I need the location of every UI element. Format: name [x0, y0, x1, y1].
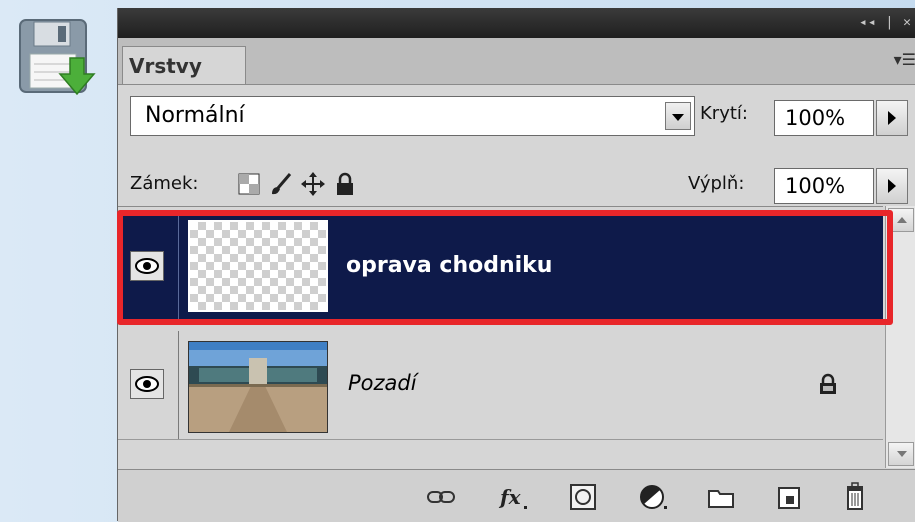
fill-label: Výplň: — [688, 173, 745, 194]
lock-transparency-icon[interactable] — [236, 171, 262, 197]
adjustment-icon[interactable] — [638, 482, 668, 512]
panel-tabrow: Vrstvy ▾☰ — [118, 38, 915, 85]
chevron-down-icon[interactable] — [665, 102, 691, 130]
opacity-label: Krytí: — [700, 103, 748, 124]
lock-icon — [820, 373, 836, 394]
eye-icon[interactable] — [130, 369, 164, 399]
link-icon[interactable] — [426, 482, 456, 512]
layer-thumbnail-transparent — [188, 220, 328, 312]
fx-icon[interactable]: fx — [498, 482, 528, 512]
new-layer-icon[interactable] — [774, 482, 804, 512]
layer-name[interactable]: oprava chodniku — [346, 253, 552, 278]
floppy-save-icon — [19, 19, 96, 96]
svg-text:fx: fx — [498, 485, 522, 509]
layer-row-selected[interactable]: oprava chodniku — [118, 211, 883, 321]
opacity-slider-button[interactable] — [876, 100, 908, 136]
layers-list: oprava chodniku Pozadí — [118, 206, 883, 469]
blend-mode-select[interactable]: Normální — [130, 96, 695, 136]
panel-menu-icon[interactable]: ▾☰ — [894, 50, 915, 69]
mask-icon[interactable] — [568, 482, 598, 512]
lock-move-icon[interactable] — [300, 171, 326, 197]
tab-layers[interactable]: Vrstvy — [122, 46, 246, 84]
scroll-down-button[interactable] — [888, 442, 914, 466]
fill-slider-button[interactable] — [876, 168, 908, 204]
layers-scrollbar[interactable] — [885, 206, 915, 468]
opacity-field[interactable]: 100% — [774, 100, 874, 136]
layer-thumbnail-photo — [188, 341, 328, 433]
fill-field[interactable]: 100% — [774, 168, 874, 204]
layers-bottom-toolbar: fx — [118, 469, 915, 522]
panel-titlebar: ◂◂ | ✕ — [118, 8, 915, 38]
eye-icon[interactable] — [130, 251, 164, 281]
row-divider — [178, 211, 179, 321]
panel-window-controls[interactable]: ◂◂ | ✕ — [859, 15, 912, 30]
layer-row-background[interactable]: Pozadí — [118, 331, 883, 440]
blend-mode-value: Normální — [145, 103, 245, 128]
row-divider — [178, 331, 179, 439]
lock-brush-icon[interactable] — [268, 171, 294, 197]
scroll-up-button[interactable] — [888, 208, 914, 232]
trash-icon[interactable] — [840, 482, 870, 512]
lock-all-icon[interactable] — [332, 171, 358, 197]
layers-panel: ◂◂ | ✕ Vrstvy ▾☰ Normální Krytí: 100% Zá… — [117, 8, 915, 522]
lock-label: Zámek: — [130, 173, 199, 194]
layer-name[interactable]: Pozadí — [348, 371, 417, 395]
folder-icon[interactable] — [706, 482, 736, 512]
